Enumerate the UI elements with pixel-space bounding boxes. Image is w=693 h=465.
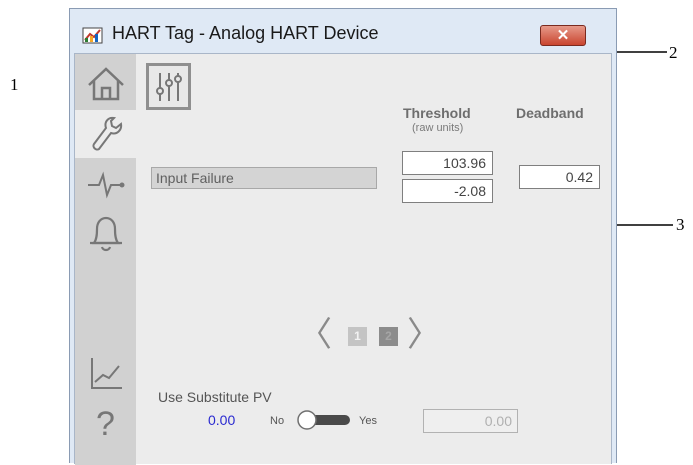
substitute-pv-toggle[interactable] — [296, 410, 354, 430]
wrench-icon — [92, 116, 122, 151]
prev-page-button[interactable]: 〈 — [298, 318, 332, 352]
pv-value: 0.00 — [208, 412, 236, 428]
threshold-high-input[interactable]: 103.96 — [402, 151, 493, 175]
window-title: HART Tag - Analog HART Device — [112, 23, 379, 43]
threshold-units: (raw units) — [412, 122, 464, 134]
threshold-low-input[interactable]: -2.08 — [402, 179, 493, 203]
deadband-input[interactable]: 0.42 — [519, 165, 600, 189]
use-substitute-pv-label: Use Substitute PV — [158, 389, 272, 405]
deadband-header: Deadband — [516, 105, 584, 121]
input-failure-label: Input Failure — [151, 167, 377, 189]
help-icon: ? — [96, 404, 115, 443]
page-2-button[interactable]: 2 — [379, 327, 398, 346]
next-page-button[interactable]: 〉 — [407, 318, 441, 352]
content-panel: Threshold (raw units) Deadband Input Fai… — [136, 54, 613, 465]
home-icon — [87, 67, 124, 101]
nav-diagnostics[interactable] — [75, 160, 136, 208]
page-1-button[interactable]: 1 — [348, 327, 367, 346]
faceplate-body: ? Threshold (raw units) Deadband Input F… — [74, 53, 613, 465]
threshold-header: Threshold — [403, 105, 471, 121]
sliders-icon — [155, 72, 182, 101]
close-button[interactable]: ✕ — [540, 25, 586, 46]
substitute-pv-input[interactable]: 0.00 — [423, 409, 518, 433]
faceplate-window: HART Tag - Analog HART Device ✕ ? Thresh… — [69, 8, 617, 465]
tab-settings[interactable] — [146, 63, 191, 110]
nav-help[interactable]: ? — [75, 400, 136, 448]
nav-sidebar: ? — [75, 54, 136, 465]
trend-icon — [90, 358, 122, 389]
nav-trends[interactable] — [75, 350, 136, 398]
bell-icon — [89, 216, 122, 252]
nav-alarms[interactable] — [75, 210, 136, 258]
nav-home[interactable] — [75, 60, 136, 108]
chart-app-icon — [82, 25, 104, 45]
pulse-icon — [87, 171, 124, 199]
toggle-no-label: No — [270, 415, 285, 427]
title-bar: HART Tag - Analog HART Device ✕ — [70, 9, 616, 53]
toggle-yes-label: Yes — [359, 415, 377, 427]
nav-maintenance[interactable] — [75, 110, 136, 158]
